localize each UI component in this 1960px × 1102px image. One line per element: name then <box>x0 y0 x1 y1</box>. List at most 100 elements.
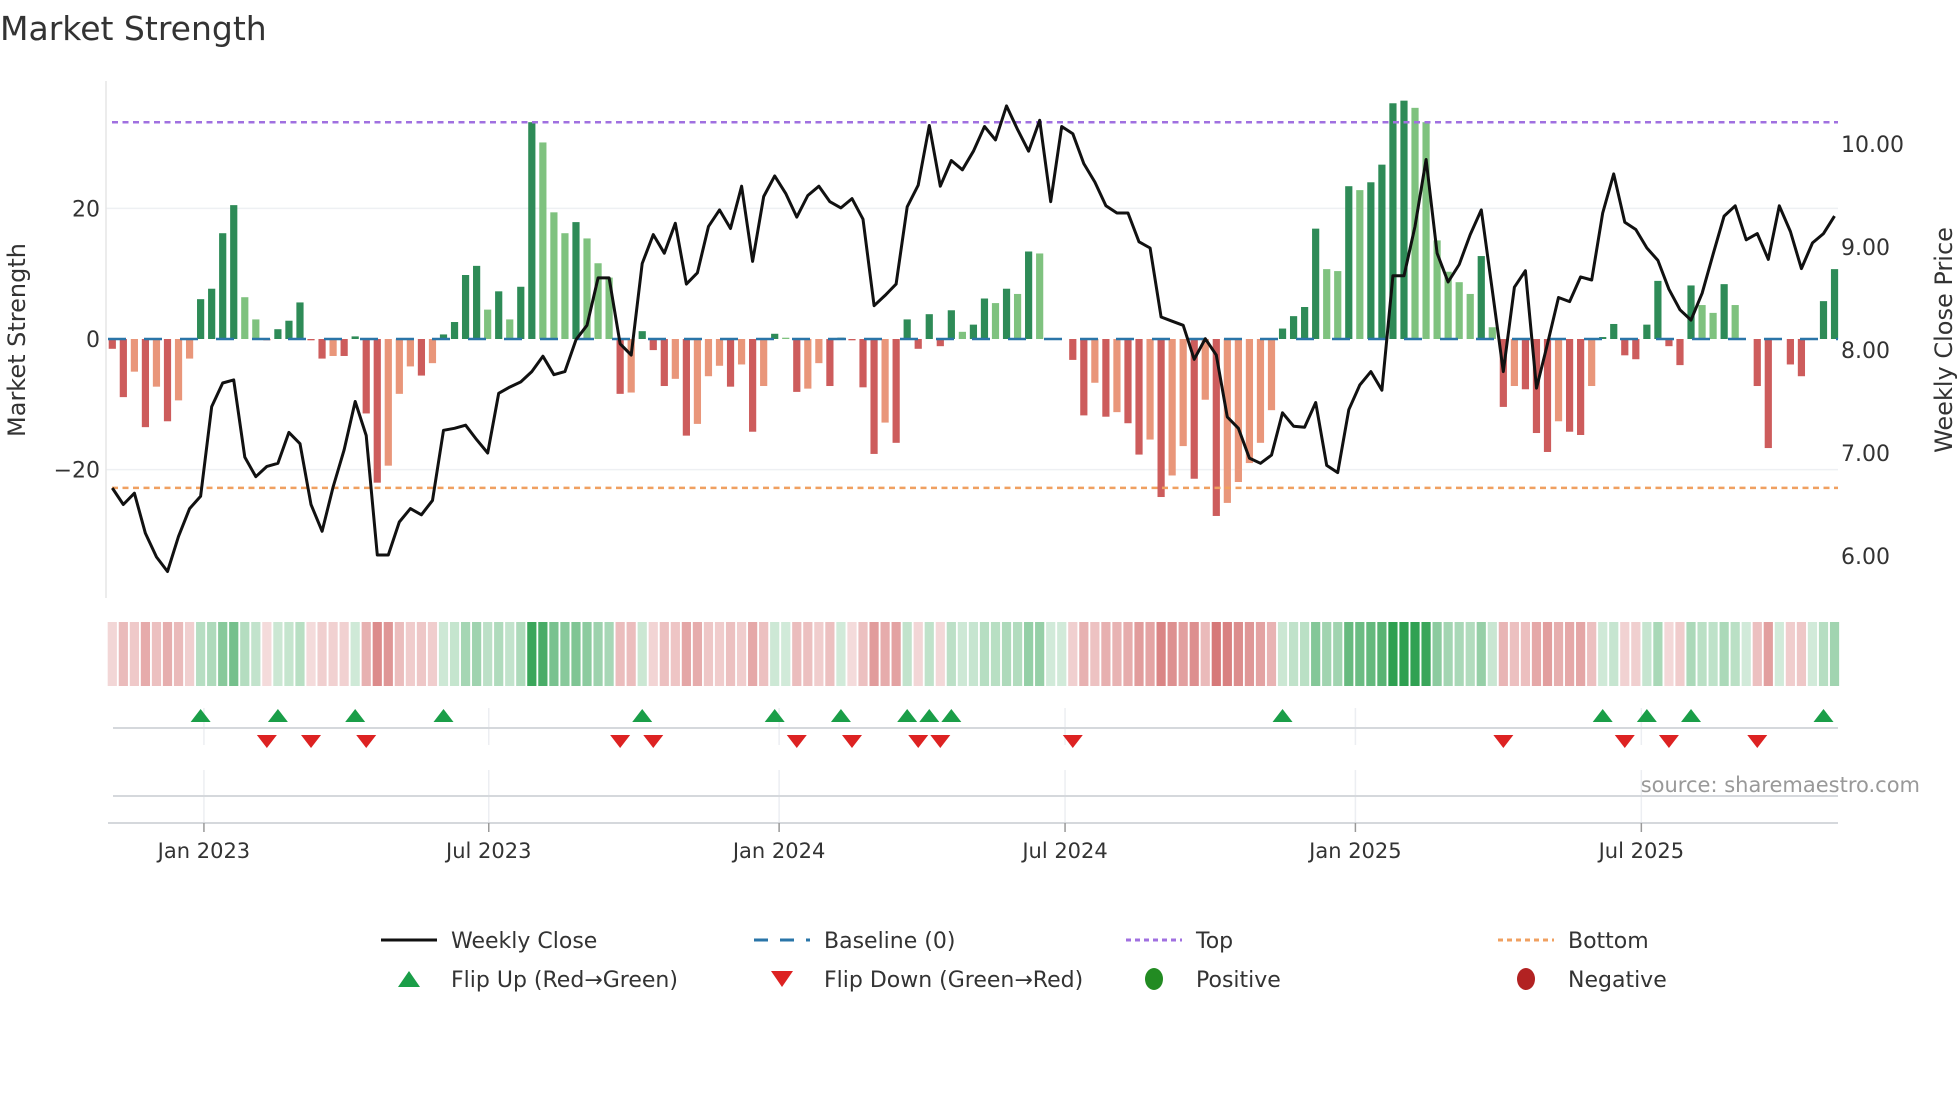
strength-bar <box>1731 305 1739 339</box>
strength-bar <box>991 303 1000 339</box>
strength-bar <box>517 286 525 339</box>
strip-cell <box>1741 622 1751 686</box>
strip-cell <box>284 622 294 686</box>
strength-bar <box>450 322 459 339</box>
strength-bar <box>185 339 194 359</box>
strip-cell <box>1377 622 1387 686</box>
x-tick-label: Jul 2025 <box>1597 839 1684 863</box>
strength-bar <box>903 319 911 339</box>
strip-cell <box>946 622 956 686</box>
legend-item: Weekly Close <box>381 929 597 954</box>
strip-cell <box>1509 622 1519 686</box>
strength-bar <box>638 331 646 339</box>
strength-bar <box>1113 339 1121 413</box>
strength-bar <box>1013 293 1022 339</box>
legend-item: Baseline (0) <box>754 929 955 954</box>
strength-bar <box>572 222 580 339</box>
strip-cell <box>1498 622 1508 686</box>
strip-cell <box>1222 622 1232 686</box>
strip-cell <box>218 622 228 686</box>
strength-bar <box>958 331 966 339</box>
strip-cell <box>1200 622 1210 686</box>
strength-bar <box>252 319 260 339</box>
strip-cell <box>637 622 647 686</box>
strip-cell <box>792 622 802 686</box>
strength-bar <box>1643 324 1651 339</box>
strip-cell <box>1708 622 1718 686</box>
legend-item: Flip Down (Green→Red) <box>771 968 1083 993</box>
strength-bar <box>329 339 337 356</box>
strip-cell <box>1255 622 1266 686</box>
flip-down-marker <box>301 735 322 748</box>
strip-cell <box>140 622 151 686</box>
flip-up-marker <box>1272 709 1293 722</box>
strength-bar <box>1168 339 1176 476</box>
strip-cell <box>1763 622 1773 686</box>
strength-bar <box>1422 122 1430 339</box>
y-tick-label: −20 <box>54 459 100 484</box>
strip-cell <box>825 622 835 686</box>
strip-cell <box>604 622 614 686</box>
strip-cell <box>1344 622 1354 686</box>
strip-cell <box>427 622 438 686</box>
strength-bar <box>1102 339 1110 417</box>
strip-cell <box>759 622 769 686</box>
strength-bar <box>219 233 227 339</box>
flip-down-marker <box>1614 735 1635 748</box>
flip-down-marker <box>1493 735 1514 748</box>
strip-cell <box>803 622 813 686</box>
strength-bar <box>737 339 746 365</box>
strip-cell <box>162 622 173 686</box>
strip-cell <box>1576 622 1586 686</box>
strip-cell <box>173 622 184 686</box>
strip-cell <box>1024 622 1034 686</box>
flip-up-marker <box>345 709 366 722</box>
strip-cell <box>1531 622 1542 686</box>
y2-tick-label: 9.00 <box>1841 236 1890 261</box>
legend-item: Positive <box>1145 968 1281 993</box>
strip-cell <box>1266 622 1277 686</box>
strength-bar <box>1554 339 1563 422</box>
strip-cell <box>902 622 912 686</box>
strength-bar <box>980 298 989 339</box>
strip-cell <box>1520 622 1531 686</box>
strength-bar <box>804 339 812 389</box>
strength-bar <box>594 263 602 339</box>
strip-cell <box>1796 622 1807 686</box>
strip-cell <box>560 622 570 686</box>
strip-cell <box>1035 622 1045 686</box>
strip-cell <box>262 622 272 686</box>
strip-cell <box>1388 622 1398 686</box>
strip-cell <box>328 622 338 686</box>
strength-bar <box>1654 280 1662 339</box>
strip-cell <box>394 622 404 686</box>
strip-cell <box>1421 622 1431 686</box>
strength-bar <box>914 339 922 349</box>
flip-down-marker <box>1658 735 1679 748</box>
flip-up-marker <box>1681 709 1702 722</box>
strip-cell <box>438 622 449 686</box>
strip-cell <box>107 622 117 686</box>
strength-bar <box>704 339 713 377</box>
strength-bar <box>1709 312 1717 339</box>
strip-cell <box>1366 622 1376 686</box>
strength-bar <box>174 339 183 401</box>
strip-cell <box>483 622 493 686</box>
strip-cell <box>781 622 791 686</box>
strength-bar <box>1179 339 1187 447</box>
legend-label: Weekly Close <box>451 929 597 954</box>
strip-cell <box>317 622 327 686</box>
flip-down-marker <box>643 735 664 748</box>
strength-bar <box>1345 186 1353 339</box>
legend-item: Flip Up (Red→Green) <box>398 968 678 993</box>
strip-cell <box>736 622 747 686</box>
strip-cell <box>1079 622 1089 686</box>
strength-bar <box>1488 327 1496 339</box>
strength-bar <box>925 314 933 339</box>
strength-bar <box>1002 288 1011 339</box>
strength-bar <box>384 339 392 466</box>
strip-cell <box>1774 622 1784 686</box>
strip-cell <box>350 622 360 686</box>
strip-cell <box>1642 622 1652 686</box>
y2-tick-label: 7.00 <box>1841 442 1890 467</box>
